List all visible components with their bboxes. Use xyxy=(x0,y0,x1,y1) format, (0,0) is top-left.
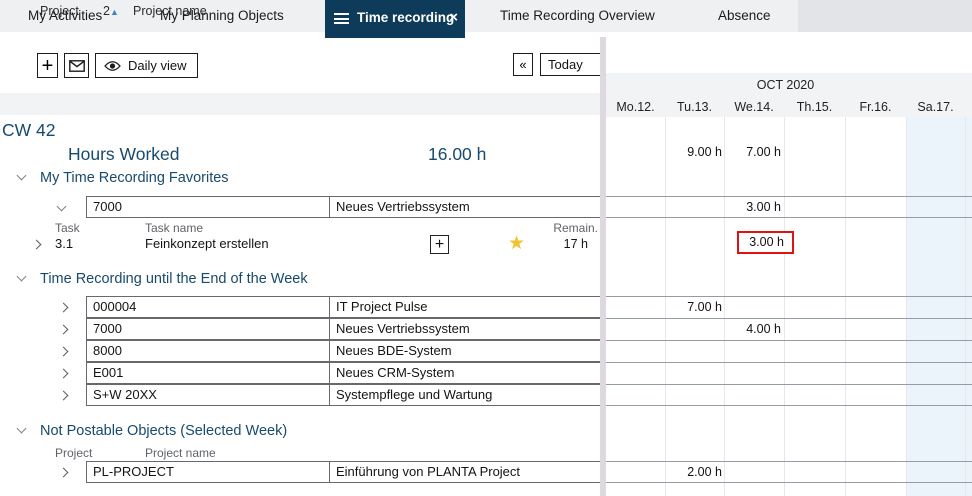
row-line xyxy=(606,296,972,297)
project-expand-icon[interactable] xyxy=(60,326,67,333)
favorites-project-collapse-icon[interactable] xyxy=(58,203,65,210)
add-booking-button[interactable]: + xyxy=(430,235,449,254)
selected-time-cell[interactable]: 3.00 h xyxy=(737,231,794,254)
add-icon: + xyxy=(42,57,54,75)
project-name-cell[interactable]: Neues Vertriebssystem xyxy=(329,318,602,340)
mail-button[interactable] xyxy=(64,53,89,78)
task-expand-icon[interactable] xyxy=(33,241,40,248)
task-remaining-hours: 17 h xyxy=(540,233,588,255)
project-we-hours[interactable]: 4.00 h xyxy=(725,318,781,340)
tab-absence[interactable]: Absence xyxy=(718,0,771,32)
previous-icon: « xyxy=(519,57,526,72)
section-not-postable-title: Not Postable Objects (Selected Week) xyxy=(40,420,287,442)
row-line xyxy=(606,482,972,483)
project-id-cell[interactable]: 8000 xyxy=(86,340,330,362)
hamburger-menu-icon[interactable] xyxy=(334,13,349,27)
hours-worked-total: 16.00 h xyxy=(428,144,486,165)
day-header-we: We.14. xyxy=(724,95,784,117)
section-favorites-title: My Time Recording Favorites xyxy=(40,167,229,189)
weekend-column-sunday-sliver xyxy=(966,117,972,496)
project-name-column-label: Project name xyxy=(145,446,216,460)
today-label: Today xyxy=(548,57,583,72)
row-line xyxy=(606,196,972,197)
grid-line xyxy=(965,117,966,496)
section-week-collapse-icon[interactable] xyxy=(18,273,25,280)
column-project-label: Project xyxy=(40,0,79,22)
row-line xyxy=(606,362,972,363)
project-name-cell[interactable]: Systempflege und Wartung xyxy=(329,384,602,406)
project-id-cell[interactable]: 000004 xyxy=(86,296,330,318)
sort-indicator[interactable]: 2▲ xyxy=(103,0,119,22)
section-favorites-collapse-icon[interactable] xyxy=(18,172,25,179)
row-line xyxy=(606,405,972,406)
previous-period-button[interactable]: « xyxy=(513,53,533,76)
favorites-project-name-cell[interactable]: Neues Vertriebssystem xyxy=(329,196,602,218)
mail-icon xyxy=(69,60,85,72)
project-expand-icon[interactable] xyxy=(60,469,67,476)
project-expand-icon[interactable] xyxy=(60,304,67,311)
project-name-cell[interactable]: Einführung von PLANTA Project xyxy=(329,461,602,483)
project-column-label: Project xyxy=(55,446,92,460)
task-name: Feinkonzept erstellen xyxy=(145,233,269,255)
calendar-month-label: OCT 2020 xyxy=(606,73,965,95)
project-name-cell[interactable]: Neues BDE-System xyxy=(329,340,602,362)
project-id-cell[interactable]: PL-PROJECT xyxy=(86,461,330,483)
favorites-project-id-cell[interactable]: 7000 xyxy=(86,196,330,218)
calendar-week-label: CW 42 xyxy=(2,120,55,141)
project-expand-icon[interactable] xyxy=(60,348,67,355)
add-button[interactable]: + xyxy=(37,53,58,78)
section-week-title: Time Recording until the End of the Week xyxy=(40,268,308,290)
column-project-name-label: Project name xyxy=(133,0,207,22)
row-line xyxy=(606,384,972,385)
grid-line xyxy=(845,117,846,496)
hours-worked-we: 7.00 h xyxy=(725,141,781,163)
project-name-cell[interactable]: IT Project Pulse xyxy=(329,296,602,318)
today-button[interactable]: Today xyxy=(540,53,601,76)
project-id-cell[interactable]: 7000 xyxy=(86,318,330,340)
sort-order-number: 2 xyxy=(103,4,110,18)
row-line xyxy=(606,340,972,341)
eye-icon xyxy=(104,60,121,72)
active-tab-label: Time recording xyxy=(357,0,454,38)
pane-divider[interactable] xyxy=(600,37,606,496)
day-header-mo: Mo.12. xyxy=(606,95,665,117)
project-id-cell[interactable]: S+W 20XX xyxy=(86,384,330,406)
daily-view-button[interactable]: Daily view xyxy=(95,53,198,78)
day-header-tu: Tu.13. xyxy=(665,95,724,117)
project-id-cell[interactable]: E001 xyxy=(86,362,330,384)
day-header-sa: Sa.17. xyxy=(906,95,965,117)
task-id: 3.1 xyxy=(55,233,73,255)
sort-ascending-icon: ▲ xyxy=(110,7,119,17)
section-not-postable-collapse-icon[interactable] xyxy=(18,425,25,432)
grid-line xyxy=(784,117,785,496)
time-recording-window: My Activities My Planning Objects Time R… xyxy=(0,0,972,496)
close-tab-icon[interactable]: × xyxy=(449,0,458,38)
grid-line xyxy=(724,117,725,496)
daily-view-label: Daily view xyxy=(128,58,187,73)
project-expand-icon[interactable] xyxy=(60,392,67,399)
project-tu-hours[interactable]: 7.00 h xyxy=(666,296,722,318)
hours-worked-tu: 9.00 h xyxy=(666,141,722,163)
hours-worked-label: Hours Worked xyxy=(68,144,180,165)
project-tu-hours[interactable]: 2.00 h xyxy=(666,461,722,483)
favorite-star-icon[interactable]: ★ xyxy=(508,233,530,255)
tab-time-recording-active[interactable]: Time recording × xyxy=(325,0,465,38)
table-column-header xyxy=(0,93,601,115)
favorites-project-we-hours[interactable]: 3.00 h xyxy=(725,196,781,218)
row-line xyxy=(606,217,972,218)
row-line xyxy=(606,318,972,319)
day-header-th: Th.15. xyxy=(784,95,845,117)
project-expand-icon[interactable] xyxy=(60,370,67,377)
grid-line xyxy=(906,117,907,496)
tab-bar-right-area xyxy=(798,0,972,32)
tab-time-recording-overview[interactable]: Time Recording Overview xyxy=(500,0,655,32)
add-icon: + xyxy=(435,236,444,254)
task-we-hours: 3.00 h xyxy=(739,233,792,251)
weekend-column-saturday xyxy=(906,117,965,496)
project-name-cell[interactable]: Neues CRM-System xyxy=(329,362,602,384)
row-line xyxy=(606,461,972,462)
day-header-fr: Fr.16. xyxy=(845,95,906,117)
